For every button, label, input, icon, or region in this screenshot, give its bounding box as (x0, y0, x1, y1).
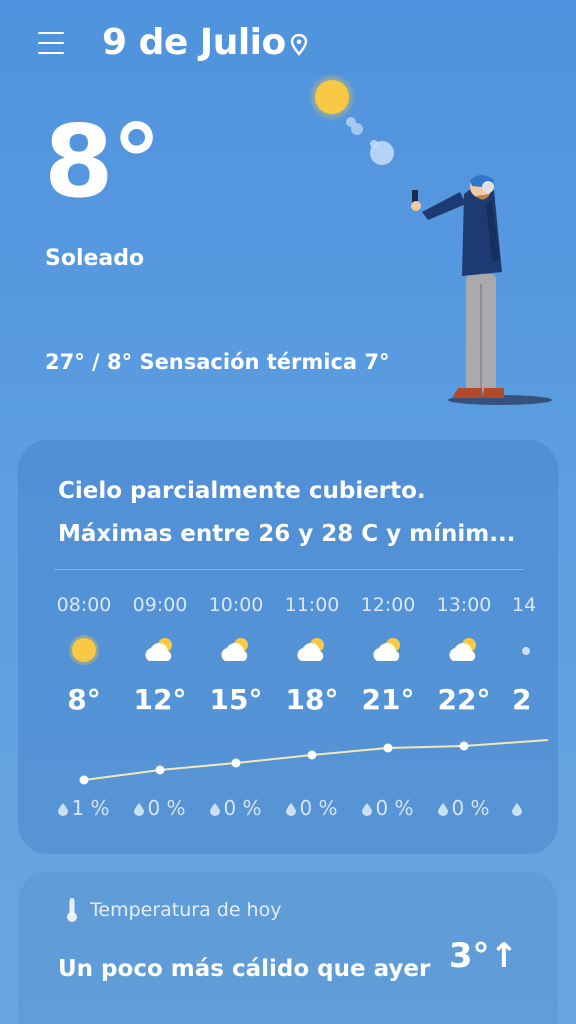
trend-point-11 (307, 750, 317, 760)
raindrop-icon (512, 803, 522, 816)
precipitation-chance: 0 % (350, 796, 426, 820)
raindrop-icon (210, 803, 221, 816)
trend-point-13 (459, 741, 469, 751)
partly-cloudy-icon (198, 620, 274, 680)
sun-icon (46, 620, 122, 680)
partly-cloudy-icon (350, 620, 426, 680)
precipitation-value: 0 % (299, 796, 338, 820)
map-pin-icon[interactable] (290, 34, 308, 56)
hour-item-partial[interactable]: 14 2 (502, 590, 542, 720)
hour-temperature: 8° (67, 683, 101, 716)
trend-line (83, 739, 549, 781)
hour-time: 13:00 (436, 594, 492, 616)
trend-point-09 (155, 765, 165, 775)
hour-temperature: 12° (133, 683, 187, 716)
precipitation-value: 0 % (375, 796, 414, 820)
raindrop-icon (438, 803, 449, 816)
hour-time: 12:00 (360, 594, 416, 616)
today-temperature-card[interactable]: Temperatura de hoy Un poco más cálido qu… (18, 872, 558, 1024)
precipitation-value: 0 % (451, 796, 490, 820)
hour-item[interactable]: 09:00 12° (122, 590, 198, 720)
trend-point-12 (383, 743, 393, 753)
hamburger-menu-icon[interactable] (38, 32, 64, 56)
trend-point-08 (79, 775, 89, 785)
raindrop-icon (58, 803, 69, 816)
person-looking-at-sun-illustration (308, 73, 552, 405)
thermometer-icon (67, 898, 77, 922)
forecast-summary-line-1: Cielo parcialmente cubierto. (58, 478, 426, 504)
hour-time: 14 (512, 594, 537, 616)
hour-item[interactable]: 11:00 18° (274, 590, 350, 720)
current-temperature: 8° (44, 103, 162, 220)
city-name[interactable]: 9 de Julio (102, 22, 286, 63)
forecast-summary-line-2: Máximas entre 26 y 28 C y mínim... (58, 521, 516, 547)
raindrop-icon (286, 803, 297, 816)
hour-temperature: 21° (361, 683, 415, 716)
hour-item[interactable]: 08:00 8° (46, 590, 122, 720)
hour-time: 11:00 (284, 594, 340, 616)
precipitation-chance: 0 % (198, 796, 274, 820)
forecast-summary: Cielo parcialmente cubierto. Máximas ent… (58, 470, 528, 556)
hour-temperature: 2 (512, 683, 532, 716)
hour-item[interactable]: 12:00 21° (350, 590, 426, 720)
hour-temperature: 18° (285, 683, 339, 716)
raindrop-icon (362, 803, 373, 816)
today-card-text: Un poco más cálido que ayer (58, 956, 431, 982)
hourly-forecast-list[interactable]: 08:00 8° 09:00 12° 10:00 15° 11:00 18° 1… (18, 590, 558, 830)
hour-item[interactable]: 10:00 15° (198, 590, 274, 720)
today-card-title: Temperatura de hoy (90, 899, 282, 921)
hour-time: 09:00 (132, 594, 188, 616)
trend-point-10 (231, 758, 241, 768)
sun-icon (315, 80, 349, 114)
partly-cloudy-icon (512, 620, 542, 680)
hour-time: 08:00 (56, 594, 112, 616)
temperature-difference: 3°↑ (448, 936, 518, 976)
precipitation-chance-partial (502, 796, 542, 820)
precipitation-value: 0 % (223, 796, 262, 820)
precipitation-value: 0 % (147, 796, 186, 820)
precipitation-chance: 1 % (46, 796, 122, 820)
hour-time: 10:00 (208, 594, 264, 616)
precipitation-chance: 0 % (122, 796, 198, 820)
partly-cloudy-icon (426, 620, 502, 680)
current-condition: Soleado (45, 246, 145, 271)
hour-temperature: 22° (437, 683, 491, 716)
divider (54, 569, 524, 570)
hour-temperature: 15° (209, 683, 263, 716)
partly-cloudy-icon (122, 620, 198, 680)
precipitation-chance: 0 % (426, 796, 502, 820)
bubble-mid (351, 123, 363, 135)
hourly-forecast-card[interactable]: Cielo parcialmente cubierto. Máximas ent… (18, 440, 558, 854)
hour-item[interactable]: 13:00 22° (426, 590, 502, 720)
precipitation-chance: 0 % (274, 796, 350, 820)
partly-cloudy-icon (274, 620, 350, 680)
precipitation-value: 1 % (71, 796, 110, 820)
raindrop-icon (134, 803, 145, 816)
